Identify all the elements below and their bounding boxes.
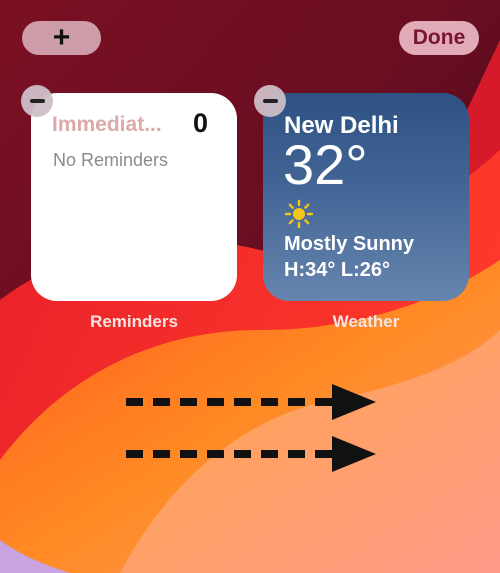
weather-high-low: H:34° L:26° — [284, 259, 391, 281]
remove-reminders-widget-button[interactable] — [21, 85, 53, 117]
dashed-arrow-upper — [126, 384, 376, 420]
minus-icon — [29, 99, 45, 103]
weather-temperature: 32° — [283, 133, 368, 196]
reminders-list-name: Immediat... — [52, 113, 162, 136]
weather-condition: Mostly Sunny — [284, 233, 415, 255]
minus-icon — [262, 99, 278, 103]
weather-caption: Weather — [332, 312, 400, 331]
dashed-arrow-lower — [126, 436, 376, 472]
plus-icon: + — [52, 21, 71, 54]
reminders-widget[interactable]: Immediat... 0 No Reminders — [31, 93, 237, 301]
dashed-arrows-annotation — [126, 384, 376, 472]
sun-icon — [284, 199, 314, 229]
remove-weather-widget-button[interactable] — [254, 85, 286, 117]
done-button[interactable]: Done — [399, 21, 479, 55]
weather-widget[interactable]: New Delhi 32° Mostly Sunny H:34° L:26° — [263, 93, 469, 301]
reminders-count: 0 — [193, 108, 209, 138]
add-widget-button[interactable]: + — [22, 21, 101, 55]
reminders-caption: Reminders — [90, 312, 178, 331]
reminders-empty-text: No Reminders — [53, 150, 169, 170]
